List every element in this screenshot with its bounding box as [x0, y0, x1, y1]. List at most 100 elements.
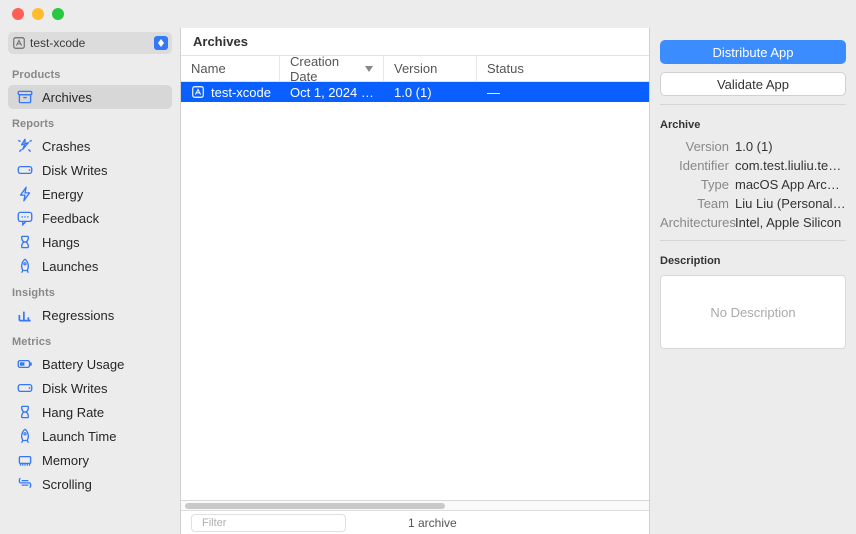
- validate-app-button[interactable]: Validate App: [660, 72, 846, 96]
- page-title: Archives: [181, 28, 649, 56]
- app-icon: [12, 36, 26, 50]
- sidebar-item-label: Disk Writes: [42, 381, 107, 396]
- sidebar-item-battery-usage[interactable]: Battery Usage: [8, 352, 172, 376]
- sidebar-item-launch-time[interactable]: Launch Time: [8, 424, 172, 448]
- sidebar-item-label: Archives: [42, 90, 92, 105]
- kv-value: Intel, Apple Silicon: [735, 215, 841, 230]
- col-creation-date[interactable]: Creation Date: [280, 56, 384, 81]
- sidebar-item-memory[interactable]: Memory: [8, 448, 172, 472]
- section-head: Products: [0, 60, 180, 85]
- sidebar-item-label: Hang Rate: [42, 405, 104, 420]
- kv-key: Type: [660, 177, 735, 192]
- sidebar-item-scrolling[interactable]: Scrolling: [8, 472, 172, 496]
- table-row[interactable]: test-xcode Oct 1, 2024 at…1.0 (1)—: [181, 82, 649, 102]
- kv-value: Liu Liu (Personal Team): [735, 196, 846, 211]
- minimize-traffic-light[interactable]: [32, 8, 44, 20]
- sidebar-item-feedback[interactable]: Feedback: [8, 206, 172, 230]
- scroll-thumb[interactable]: [185, 503, 445, 509]
- close-traffic-light[interactable]: [12, 8, 24, 20]
- sidebar-item-label: Hangs: [42, 235, 80, 250]
- right-panel: Distribute App Validate App Archive Vers…: [649, 28, 856, 534]
- sidebar-item-label: Crashes: [42, 139, 90, 154]
- sidebar-item-crashes[interactable]: Crashes: [8, 134, 172, 158]
- description-box[interactable]: No Description: [660, 275, 846, 349]
- archive-icon: [16, 88, 34, 106]
- sidebar-item-label: Energy: [42, 187, 83, 202]
- section-head: Insights: [0, 278, 180, 303]
- col-status[interactable]: Status: [477, 56, 649, 81]
- sidebar-item-label: Launches: [42, 259, 98, 274]
- launch-icon: [16, 257, 34, 275]
- kv-value: macOS App Archive: [735, 177, 846, 192]
- filter-input[interactable]: [202, 517, 344, 529]
- kv-key: Identifier: [660, 158, 735, 173]
- divider: [660, 240, 846, 241]
- sidebar-item-energy[interactable]: Energy: [8, 182, 172, 206]
- sidebar-item-regressions[interactable]: Regressions: [8, 303, 172, 327]
- launch-icon: [16, 427, 34, 445]
- zoom-traffic-light[interactable]: [52, 8, 64, 20]
- table-body: test-xcode Oct 1, 2024 at…1.0 (1)—: [181, 82, 649, 500]
- hourglass-icon: [16, 233, 34, 251]
- kv-key: Team: [660, 196, 735, 211]
- sort-desc-icon: [365, 66, 373, 72]
- kv-architectures: ArchitecturesIntel, Apple Silicon: [660, 215, 846, 230]
- sidebar-item-disk-writes[interactable]: Disk Writes: [8, 158, 172, 182]
- scroll-icon: [16, 475, 34, 493]
- kv-value: 1.0 (1): [735, 139, 773, 154]
- memory-icon: [16, 451, 34, 469]
- sidebar-item-launches[interactable]: Launches: [8, 254, 172, 278]
- chart-icon: [16, 306, 34, 324]
- description-empty: No Description: [710, 305, 795, 320]
- project-selector[interactable]: test-xcode: [8, 32, 172, 54]
- sidebar: test-xcode Products Archives Reports Crashe…: [0, 28, 180, 534]
- sidebar-item-label: Battery Usage: [42, 357, 124, 372]
- sidebar-item-hang-rate[interactable]: Hang Rate: [8, 400, 172, 424]
- project-name: test-xcode: [30, 36, 154, 50]
- row-version: 1.0 (1): [384, 85, 477, 100]
- main: test-xcode ProductsArchivesReportsCrashe…: [0, 28, 856, 534]
- row-date: Oct 1, 2024 at…: [280, 85, 384, 100]
- kv-value: com.test.liuliu.test-xc…: [735, 158, 846, 173]
- center-panel: Archives Name Creation Date Version Stat…: [180, 28, 649, 534]
- archive-section-head: Archive: [660, 119, 846, 131]
- app-icon: [191, 85, 205, 99]
- sidebar-item-label: Feedback: [42, 211, 99, 226]
- hourglass-icon: [16, 403, 34, 421]
- kv-key: Architectures: [660, 215, 735, 230]
- disk-icon: [16, 379, 34, 397]
- sidebar-item-label: Regressions: [42, 308, 114, 323]
- kv-identifier: Identifiercom.test.liuliu.test-xc…: [660, 158, 846, 173]
- sidebar-item-archives[interactable]: Archives: [8, 85, 172, 109]
- horizontal-scrollbar[interactable]: [181, 500, 649, 510]
- kv-key: Version: [660, 139, 735, 154]
- battery-icon: [16, 355, 34, 373]
- sidebar-item-label: Scrolling: [42, 477, 92, 492]
- row-name: test-xcode: [211, 85, 271, 100]
- col-name[interactable]: Name: [181, 56, 280, 81]
- disk-icon: [16, 161, 34, 179]
- description-section-head: Description: [660, 255, 846, 267]
- status-bar: 1 archive: [181, 510, 649, 534]
- titlebar: [0, 0, 856, 28]
- row-status: —: [477, 85, 649, 100]
- divider: [660, 104, 846, 105]
- updown-icon: [154, 36, 168, 50]
- table-header: Name Creation Date Version Status: [181, 56, 649, 82]
- feedback-icon: [16, 209, 34, 227]
- kv-version: Version1.0 (1): [660, 139, 846, 154]
- col-version[interactable]: Version: [384, 56, 477, 81]
- crash-icon: [16, 137, 34, 155]
- distribute-app-button[interactable]: Distribute App: [660, 40, 846, 64]
- sidebar-item-hangs[interactable]: Hangs: [8, 230, 172, 254]
- archive-count: 1 archive: [408, 516, 457, 530]
- kv-type: TypemacOS App Archive: [660, 177, 846, 192]
- sidebar-item-label: Disk Writes: [42, 163, 107, 178]
- filter-box[interactable]: [191, 514, 346, 532]
- sidebar-item-label: Launch Time: [42, 429, 116, 444]
- section-head: Metrics: [0, 327, 180, 352]
- section-head: Reports: [0, 109, 180, 134]
- sidebar-item-disk-writes[interactable]: Disk Writes: [8, 376, 172, 400]
- kv-team: TeamLiu Liu (Personal Team): [660, 196, 846, 211]
- bolt-icon: [16, 185, 34, 203]
